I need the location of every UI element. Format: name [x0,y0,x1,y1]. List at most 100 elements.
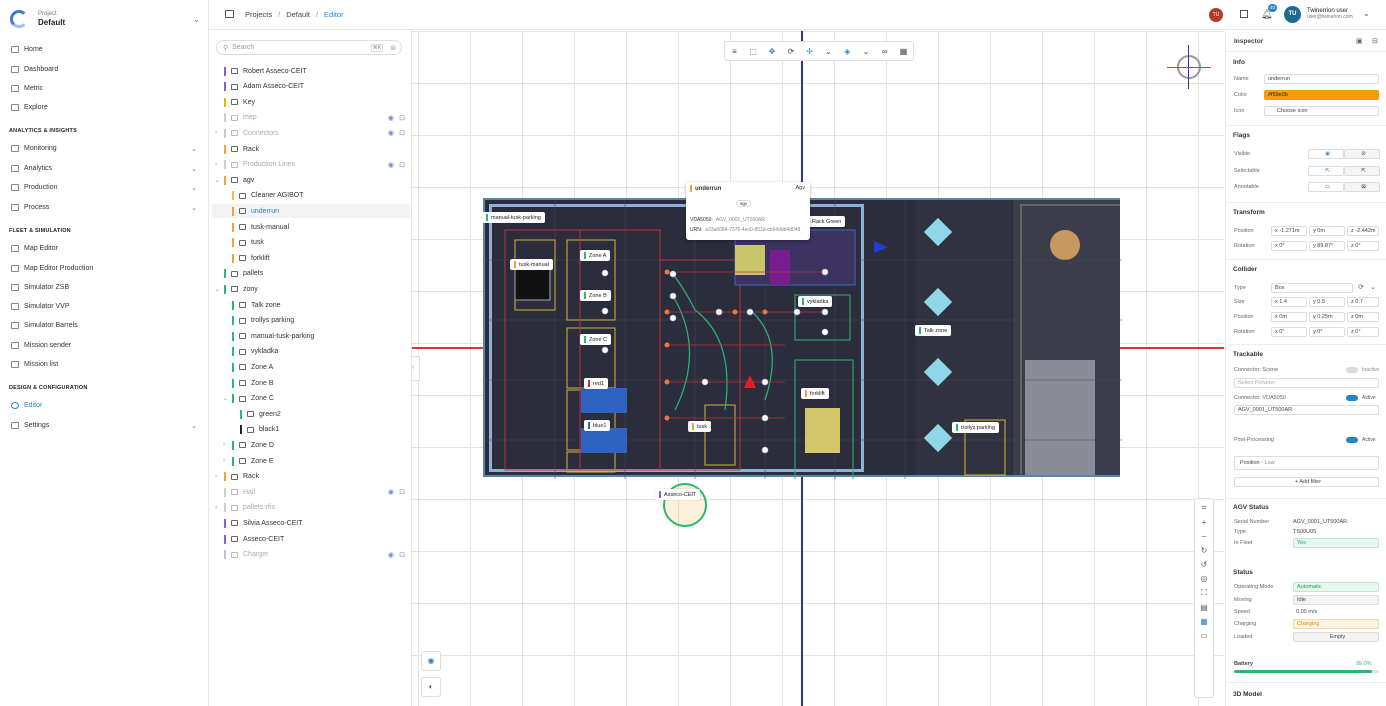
collider-rotation-y[interactable]: y 0° [1309,327,1345,337]
map-label-zone-c[interactable]: Zone C [580,334,612,345]
refresh-icon[interactable]: ⟳ [1358,283,1364,291]
tree-item[interactable]: Silvia Asseco-CEIT [212,516,410,530]
user-avatar[interactable]: TU [1284,6,1301,23]
breadcrumb-projects[interactable]: Projects [245,10,272,19]
close-panel-icon[interactable]: ⊟ [1372,37,1378,45]
redo-icon[interactable]: ↻ [1201,546,1208,555]
nav-map-editor[interactable]: Map Editor [11,243,197,254]
tree-item[interactable]: › Rack [212,470,410,484]
visibility-toggle[interactable]: ◉ [421,651,441,671]
link-icon[interactable]: ∞ [875,47,894,56]
position-y-input[interactable]: y 0m [1309,226,1345,236]
collider-position-z[interactable]: z 0m [1347,312,1379,322]
tree-item[interactable]: manual-tusk-parking [212,329,410,343]
selectable-on-toggle[interactable]: ⇱ [1308,166,1344,176]
target-icon[interactable]: ◎ [1201,574,1208,583]
eye-icon[interactable]: ◉ [388,161,394,169]
nav-mission-sender[interactable]: Mission sender [11,340,197,351]
move-icon[interactable]: ✥ [763,47,782,56]
tree-item[interactable]: underrun [212,204,410,219]
visible-on-toggle[interactable]: ◉ [1308,149,1344,159]
rotate-icon[interactable]: ⟳ [781,47,800,56]
section-3d-model[interactable]: 3D Model [1233,691,1262,698]
tree-item[interactable]: vykladka [212,345,410,359]
collider-position-x[interactable]: x 0m [1271,312,1307,322]
tree-item[interactable]: forklift [212,251,410,265]
grid-icon[interactable]: ▦ [894,47,913,56]
map-label-tusk[interactable]: tusk [688,421,712,432]
tree-item[interactable]: › pallets-rfis [212,501,410,515]
map-label-zone-a[interactable]: Zone A [580,250,611,261]
tree-item[interactable]: tusk [212,236,410,250]
camera-icon[interactable]: ⌗ [1202,503,1207,513]
avatar-small[interactable]: TU [1209,8,1223,22]
map-viewport[interactable]: manual-tusk-parking tusk-manual Zone A Z… [412,31,1224,706]
eye-icon[interactable]: ◉ [388,488,394,496]
map-label-tusk-manual[interactable]: tusk-manual [510,259,553,270]
nav-editor[interactable]: Editor [11,400,197,411]
fullscreen-icon[interactable] [1240,10,1248,18]
map-label-vykladka[interactable]: vykladka [798,296,833,307]
tree-item[interactable]: Hall ◉ ⊡ [212,485,410,499]
eye-icon[interactable]: ◉ [388,129,394,137]
tree-item[interactable]: Charger ◉ ⊡ [212,548,410,562]
nav-explore[interactable]: Explore [11,102,197,113]
tree-item[interactable]: Zone B [212,376,410,390]
selectable-off-toggle[interactable]: ⇱ [1344,166,1380,176]
tree-item[interactable]: Zone A [212,360,410,374]
annotable-on-toggle[interactable]: ▭ [1308,182,1344,192]
tree-item[interactable]: mep ◉ ⊡ [212,111,410,125]
nav-home[interactable]: Home [11,44,197,55]
collapse-panel-handle[interactable]: ‹ [412,356,420,381]
scene-toggle[interactable] [1346,367,1358,373]
section-collider[interactable]: Collider [1233,266,1257,273]
vda-toggle[interactable] [1346,395,1358,401]
collider-position-y[interactable]: y 0.25m [1309,312,1345,322]
map-label-red1[interactable]: red1 [584,378,609,389]
tree-item[interactable]: › Zone D [212,438,410,452]
map-label-blue1[interactable]: blue1 [584,420,611,431]
layers-icon[interactable]: ◈ [838,47,857,56]
position-z-input[interactable]: z -2.442m [1347,226,1379,236]
nav-process[interactable]: Process ⌄ [11,202,197,213]
tree-item[interactable]: Robert Asseco-CEIT [212,64,410,78]
theme-toggle[interactable]: ◐ [421,677,441,697]
screen-icon[interactable]: ▭ [1200,631,1208,640]
nav-mission-list[interactable]: Mission list [11,359,197,370]
chevron-right-icon[interactable]: › [215,162,217,168]
breadcrumb-editor[interactable]: Editor [324,10,344,19]
eye-icon[interactable]: ◉ [388,114,394,122]
visible-off-toggle[interactable]: ⊘ [1344,149,1380,159]
lock-icon[interactable]: ⊡ [399,129,405,137]
lock-icon[interactable]: ⊡ [399,161,405,169]
chevron-right-icon[interactable]: › [215,474,217,480]
map-label-zone-b[interactable]: Zone B [580,290,611,301]
project-switcher[interactable]: Project Default ⌄ [10,9,200,29]
rotation-y-input[interactable]: y 89.87° [1309,241,1345,251]
tree-item[interactable]: › Production Lines ◉ ⊡ [212,158,410,172]
nav-dashboard[interactable]: Dashboard [11,64,197,75]
tree-item[interactable]: green2 [212,407,410,421]
nav-simulator-zsb[interactable]: Simulator ZSB [11,282,197,293]
collider-type-select[interactable]: Box [1271,283,1353,293]
nav-production[interactable]: Production ⌄ [11,182,197,193]
size-y-input[interactable]: y 0.5 [1309,297,1345,307]
tree-item[interactable]: ⌄ agv [212,173,410,187]
tree-item[interactable]: Key [212,95,410,109]
tree-item[interactable]: pallets [212,267,410,281]
map-label-talk-zone[interactable]: Talk zone [915,325,952,336]
nav-simulator-vvp[interactable]: Simulator VVP [11,301,197,312]
menu-icon[interactable]: ≡ [725,47,744,56]
section-status[interactable]: Status [1233,569,1253,576]
tree-item[interactable]: ⌄ Zone C [212,392,410,406]
annotable-off-toggle[interactable]: ⊠ [1344,182,1380,192]
section-trackable[interactable]: Trackable [1233,351,1263,358]
lock-icon[interactable]: ⊡ [399,488,405,496]
agv-popup[interactable]: underrun Agv agv VDA5050: AGV_0001_UT500A… [686,182,810,240]
map-label-trollys-parking[interactable]: trollys parking [952,422,999,433]
nav-metric[interactable]: Metric [11,83,197,94]
chevron-down-icon[interactable]: ⌄ [223,395,228,402]
grid-icon[interactable]: ▦ [1200,617,1208,626]
tree-item[interactable]: Cleaner AGIBOT [212,189,410,203]
section-agv-status[interactable]: AGV Status [1233,504,1269,511]
